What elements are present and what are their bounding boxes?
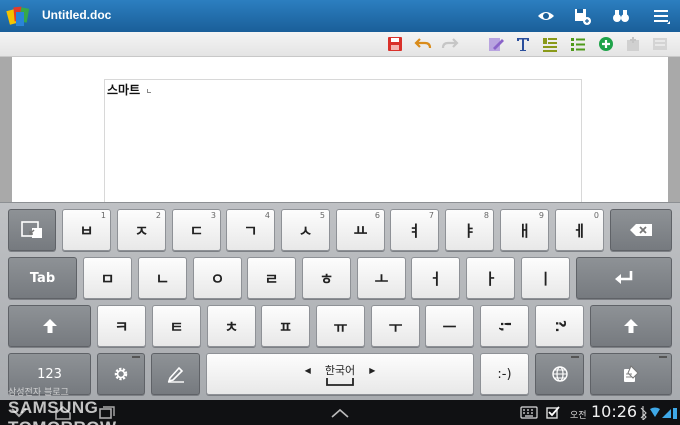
handwriting-key[interactable] bbox=[8, 209, 56, 251]
key-r1-2[interactable]: ㅈ2 bbox=[117, 209, 166, 251]
find-icon[interactable] bbox=[611, 6, 631, 26]
chevron-up-icon[interactable] bbox=[330, 407, 350, 419]
eye-icon[interactable] bbox=[536, 6, 556, 26]
key-r3-6[interactable]: ㅜ bbox=[371, 305, 420, 347]
document-page[interactable]: 스마트 bbox=[12, 57, 668, 204]
key-r1-4[interactable]: ㄱ4 bbox=[226, 209, 275, 251]
clock: 10:26 bbox=[591, 402, 638, 421]
clipboard-key[interactable] bbox=[590, 353, 672, 395]
key-r1-6[interactable]: ㅛ6 bbox=[336, 209, 385, 251]
enter-icon bbox=[615, 271, 633, 284]
document-text[interactable]: 스마트 bbox=[107, 81, 140, 98]
tab-key[interactable]: Tab bbox=[8, 257, 77, 299]
redo-icon[interactable] bbox=[441, 35, 459, 53]
shift-key-left[interactable] bbox=[8, 305, 91, 347]
key-r2-4[interactable]: ㄹ bbox=[247, 257, 296, 299]
key-r3-5[interactable]: ㅠ bbox=[316, 305, 365, 347]
key-r3-2[interactable]: ㅌ bbox=[152, 305, 201, 347]
shift-icon bbox=[624, 319, 638, 333]
home-icon[interactable] bbox=[54, 406, 72, 420]
text-box[interactable]: 스마트 bbox=[104, 79, 582, 204]
tab-label: Tab bbox=[29, 270, 56, 286]
clock-ampm: 오전 bbox=[570, 411, 587, 421]
text-cursor bbox=[147, 89, 151, 93]
numbers-label: 123 bbox=[37, 366, 62, 382]
key-exclaim-comma[interactable]: !, bbox=[480, 305, 529, 347]
window-title: Untitled.doc bbox=[42, 8, 112, 22]
key-r2-9[interactable]: ㅣ bbox=[521, 257, 570, 299]
menu-icon[interactable] bbox=[651, 6, 671, 26]
key-question-period[interactable]: ?. bbox=[535, 305, 584, 347]
globe-icon bbox=[551, 366, 568, 382]
edit-icon[interactable] bbox=[487, 35, 505, 53]
key-r1-10[interactable]: ㅔ0 bbox=[555, 209, 604, 251]
task-check-icon bbox=[546, 406, 560, 419]
handwriting-pen-key[interactable] bbox=[151, 353, 200, 395]
clipboard-icon bbox=[624, 365, 639, 382]
key-r1-1[interactable]: ㅂ1 bbox=[62, 209, 111, 251]
key-r3-1[interactable]: ㅋ bbox=[97, 305, 146, 347]
keyboard: ㅂ1 ㅈ2 ㄷ3 ㄱ4 ㅅ5 ㅛ6 ㅕ7 ㅑ8 ㅐ9 ㅔ0 Tab ㅁ ㄴ ㅇ … bbox=[0, 202, 680, 400]
pen-icon bbox=[167, 366, 184, 383]
key-r2-3[interactable]: ㅇ bbox=[193, 257, 242, 299]
keyboard-icon bbox=[520, 406, 538, 419]
key-r2-2[interactable]: ㄴ bbox=[138, 257, 187, 299]
key-r2-8[interactable]: ㅏ bbox=[466, 257, 515, 299]
settings-key[interactable] bbox=[97, 353, 145, 395]
key-r2-5[interactable]: ㅎ bbox=[302, 257, 351, 299]
title-bar: Untitled.doc bbox=[0, 0, 680, 32]
save-as-icon[interactable] bbox=[572, 6, 592, 26]
key-r1-8[interactable]: ㅑ8 bbox=[445, 209, 494, 251]
save-icon[interactable] bbox=[386, 35, 404, 53]
key-r2-1[interactable]: ㅁ bbox=[83, 257, 132, 299]
shift-icon bbox=[42, 319, 57, 333]
language-next-icon: ▶ bbox=[369, 365, 376, 375]
back-icon[interactable] bbox=[10, 406, 28, 420]
numbers-key[interactable]: 123 bbox=[8, 353, 91, 395]
key-r1-9[interactable]: ㅐ9 bbox=[500, 209, 549, 251]
enter-key[interactable] bbox=[576, 257, 672, 299]
insert-icon[interactable] bbox=[597, 35, 615, 53]
undo-icon[interactable] bbox=[414, 35, 432, 53]
key-r2-6[interactable]: ㅗ bbox=[357, 257, 406, 299]
connectivity-icons bbox=[640, 406, 677, 420]
space-key[interactable]: ◀ 한국어 ▶ bbox=[206, 353, 474, 395]
emoticon-key[interactable]: :-) bbox=[480, 353, 529, 395]
key-r1-7[interactable]: ㅕ7 bbox=[390, 209, 439, 251]
list-icon[interactable] bbox=[569, 35, 587, 53]
space-icon bbox=[326, 378, 354, 386]
document-area: 스마트 bbox=[0, 57, 680, 204]
language-label: 한국어 bbox=[324, 364, 356, 377]
shift-key-right[interactable] bbox=[590, 305, 672, 347]
key-r1-3[interactable]: ㄷ3 bbox=[172, 209, 221, 251]
backspace-key[interactable] bbox=[610, 209, 672, 251]
emoticon-label: :-) bbox=[497, 366, 512, 382]
handwriting-icon bbox=[21, 221, 42, 238]
edit-toolbar bbox=[0, 32, 680, 57]
language-prev-icon: ◀ bbox=[304, 365, 311, 375]
disabled-icon bbox=[653, 38, 667, 50]
key-r3-7[interactable]: ㅡ bbox=[425, 305, 474, 347]
paragraph-icon[interactable] bbox=[541, 35, 559, 53]
key-r2-7[interactable]: ㅓ bbox=[411, 257, 460, 299]
backspace-icon bbox=[630, 224, 652, 236]
gear-icon bbox=[114, 367, 128, 381]
globe-key[interactable] bbox=[535, 353, 584, 395]
key-r3-3[interactable]: ㅊ bbox=[207, 305, 256, 347]
text-format-icon[interactable] bbox=[514, 35, 532, 53]
key-r1-5[interactable]: ㅅ5 bbox=[281, 209, 330, 251]
key-r3-4[interactable]: ㅍ bbox=[261, 305, 310, 347]
disabled-icon bbox=[627, 37, 639, 51]
app-logo[interactable] bbox=[6, 4, 32, 28]
recent-apps-icon[interactable] bbox=[98, 406, 116, 420]
